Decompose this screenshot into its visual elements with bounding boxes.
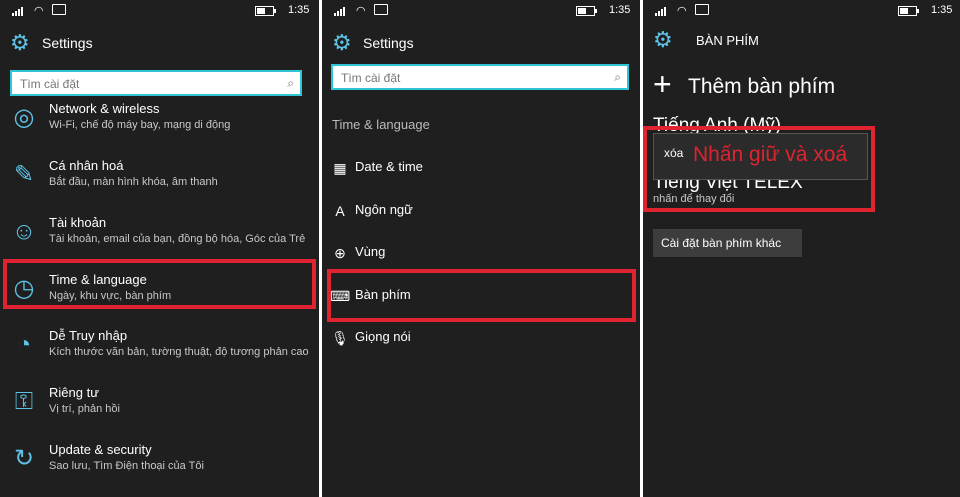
page-title: BÀN PHÍM	[696, 33, 759, 48]
highlight-box	[327, 269, 636, 322]
search-input[interactable]: Tìm cài đặt ⌕	[331, 64, 629, 90]
highlight-box	[643, 126, 875, 212]
globe-icon: ⊕	[334, 245, 346, 261]
item-title: Cá nhân hoá	[49, 158, 124, 173]
ease-of-access-icon: ◔	[16, 331, 32, 358]
clock: 1:35	[931, 4, 953, 16]
item-subtitle: Sao lưu, Tìm Điện thoại của Tôi	[49, 460, 204, 472]
lock-icon: ⚿	[14, 388, 34, 415]
battery-icon	[898, 6, 919, 16]
signal-icon	[334, 6, 348, 16]
refresh-icon: ↻	[13, 445, 35, 472]
wifi-icon: ◠	[677, 5, 687, 17]
item-title: Network & wireless	[49, 101, 160, 116]
menu-item-date-time[interactable]: ▦ Date & time	[322, 154, 640, 184]
status-bar: ◠ 1:35	[322, 0, 640, 24]
plus-icon: +	[653, 66, 672, 102]
search-input[interactable]: Tìm cài đặt ⌕	[10, 70, 302, 96]
item-subtitle: Vị trí, phản hồi	[49, 403, 120, 415]
battery-icon	[255, 6, 276, 16]
menu-item-label: Date & time	[355, 159, 423, 174]
button-label: Cài đặt bàn phím khác	[661, 236, 782, 250]
settings-item-ease-of-access[interactable]: ◔ Dễ Truy nhập Kích thước văn bản, tường…	[0, 325, 319, 375]
item-title: Dễ Truy nhập	[49, 328, 128, 343]
item-subtitle: Wi-Fi, chế độ máy bay, mạng di động	[49, 119, 231, 131]
menu-item-speech[interactable]: 🎙︎ Giọng nói	[322, 324, 640, 354]
item-subtitle: Tài khoản, email của bạn, đồng bộ hóa, G…	[49, 233, 306, 245]
search-icon: ⌕	[614, 70, 621, 84]
gear-icon: ⚙	[10, 30, 30, 55]
page-title: Settings	[42, 35, 93, 51]
signal-icon	[12, 6, 26, 16]
item-title: Update & security	[49, 442, 152, 457]
search-placeholder: Tìm cài đặt	[341, 71, 401, 85]
globe-icon: ◎	[13, 104, 35, 131]
message-icon	[374, 4, 388, 15]
gear-icon: ⚙	[653, 27, 673, 52]
language-icon: A	[335, 203, 345, 219]
menu-item-region[interactable]: ⊕ Vùng	[322, 239, 640, 269]
item-subtitle: Kích thước văn bản, tường thuật, độ tươn…	[49, 346, 309, 358]
time-language-panel: ◠ 1:35 ⚙ Settings Tìm cài đặt ⌕ Time & l…	[322, 0, 640, 497]
microphone-icon: 🎙︎	[331, 330, 349, 346]
menu-item-label: Ngôn ngữ	[355, 202, 413, 217]
other-keyboard-settings-button[interactable]: Cài đặt bàn phím khác	[653, 229, 802, 257]
settings-item-update-security[interactable]: ↻ Update & security Sao lưu, Tìm Điện th…	[0, 439, 319, 489]
menu-item-label: Giọng nói	[355, 329, 411, 344]
page-title: Settings	[363, 35, 414, 51]
search-placeholder: Tìm cài đặt	[20, 77, 80, 91]
menu-item-label: Vùng	[355, 244, 386, 259]
settings-item-accounts[interactable]: ☺ Tài khoản Tài khoản, email của bạn, đồ…	[0, 212, 319, 262]
wifi-icon: ◠	[34, 5, 44, 17]
clock: 1:35	[288, 4, 310, 16]
settings-item-privacy[interactable]: ⚿ Riêng tư Vị trí, phản hồi	[0, 382, 319, 432]
message-icon	[695, 4, 709, 15]
status-bar: ◠ 1:35	[0, 0, 319, 24]
paint-icon: ✎	[13, 161, 35, 188]
battery-icon	[576, 6, 597, 16]
settings-panel: ◠ 1:35 ⚙ Settings Tìm cài đặt ⌕ ◎ Networ…	[0, 0, 319, 497]
highlight-box	[3, 259, 316, 309]
section-header: Time & language	[332, 117, 430, 132]
status-bar: ◠ 1:35	[643, 0, 960, 24]
person-icon: ☺	[11, 218, 37, 245]
item-title: Riêng tư	[49, 385, 99, 400]
clock: 1:35	[609, 4, 631, 16]
item-title: Tài khoản	[49, 215, 107, 230]
wifi-icon: ◠	[356, 5, 366, 17]
keyboard-panel: ◠ 1:35 ⚙ BÀN PHÍM + Thêm bàn phím Tiếng …	[643, 0, 960, 497]
gear-icon: ⚙	[332, 30, 352, 55]
item-subtitle: Bắt đầu, màn hình khóa, âm thanh	[49, 176, 218, 188]
add-keyboard-label: Thêm bàn phím	[688, 75, 836, 98]
settings-item-personalization[interactable]: ✎ Cá nhân hoá Bắt đầu, màn hình khóa, âm…	[0, 155, 319, 205]
add-keyboard-button[interactable]: + Thêm bàn phím	[653, 68, 953, 102]
settings-item-network[interactable]: ◎ Network & wireless Wi-Fi, chế độ máy b…	[0, 98, 319, 148]
calendar-icon: ▦	[333, 160, 347, 176]
menu-item-language[interactable]: A Ngôn ngữ	[322, 197, 640, 227]
message-icon	[52, 4, 66, 15]
signal-icon	[655, 6, 669, 16]
search-icon: ⌕	[287, 76, 294, 90]
